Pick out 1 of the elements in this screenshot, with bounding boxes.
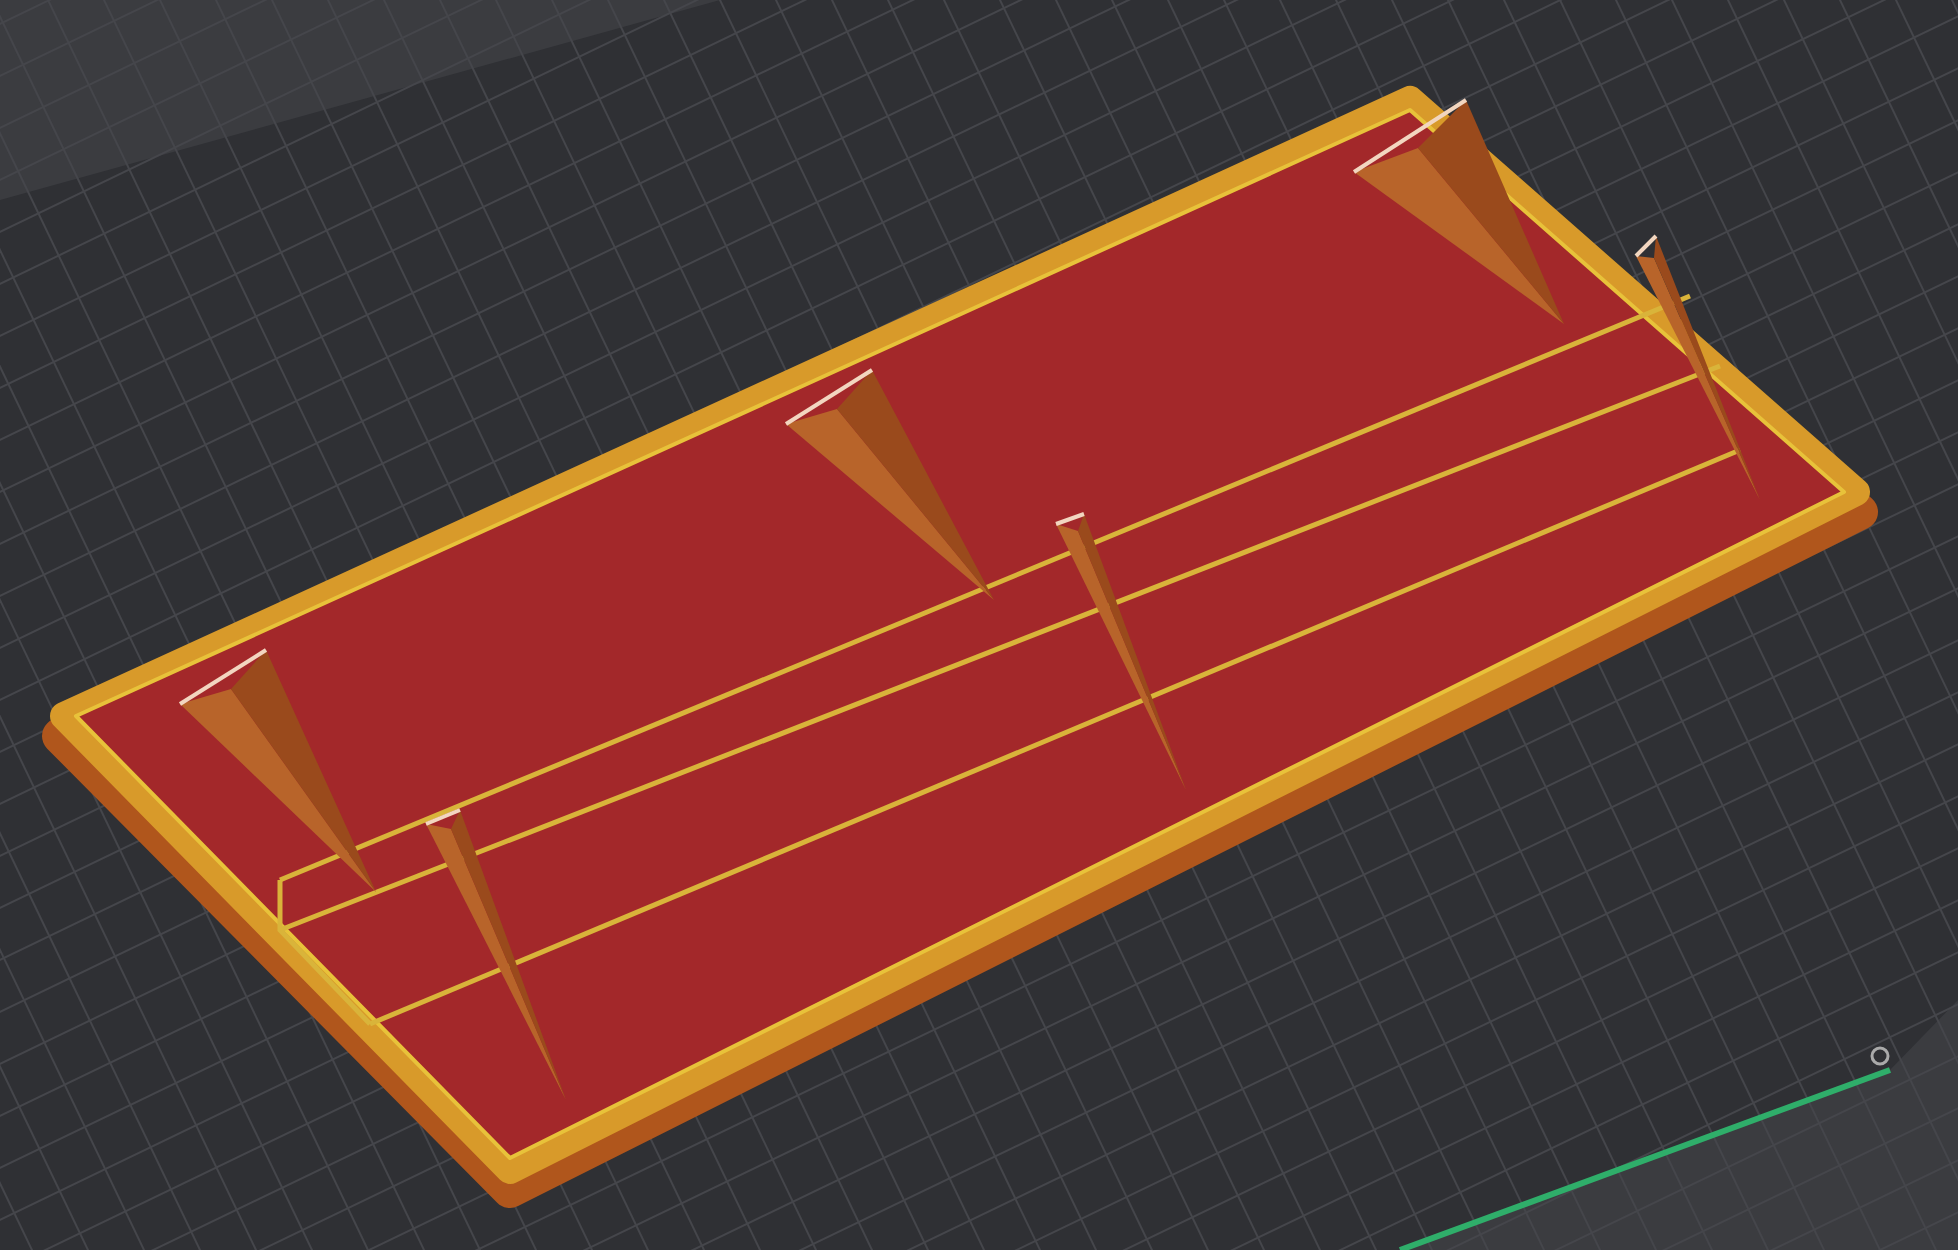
bed-hole-icon	[1870, 1046, 1890, 1066]
